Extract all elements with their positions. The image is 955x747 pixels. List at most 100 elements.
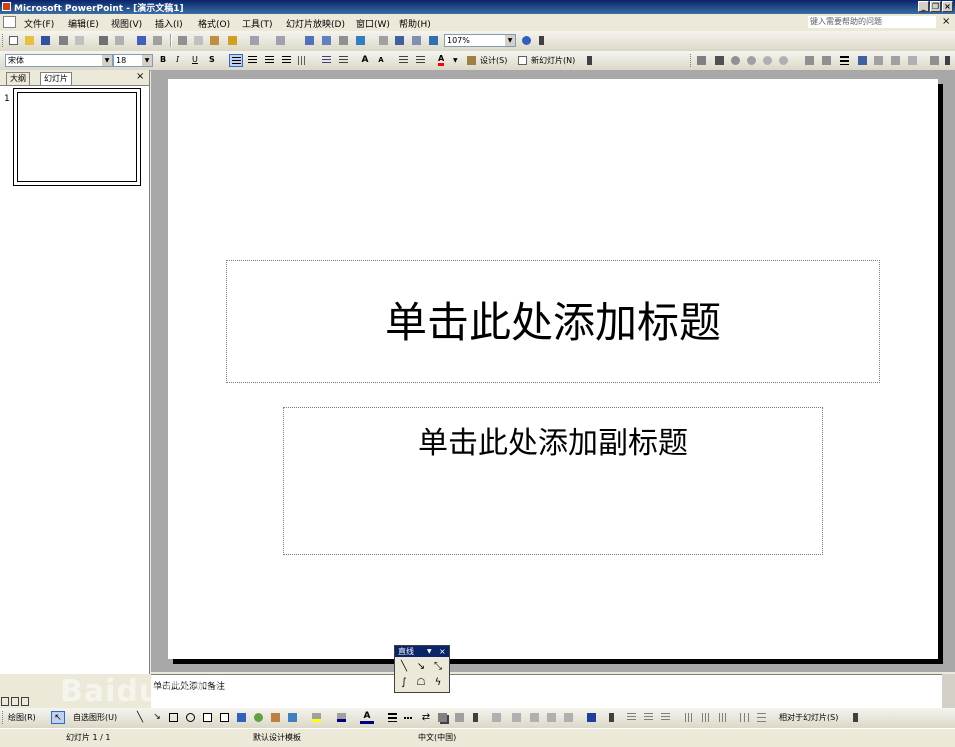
- clipart-icon[interactable]: [269, 711, 283, 724]
- set-transparent-icon[interactable]: [906, 54, 920, 67]
- document-icon[interactable]: [3, 16, 16, 28]
- ungroup-icon[interactable]: [510, 711, 524, 724]
- diagram-icon[interactable]: [252, 711, 266, 724]
- line-style-icon[interactable]: [386, 711, 400, 724]
- freeform-icon[interactable]: ☖: [414, 676, 428, 690]
- draw-menu-button[interactable]: 绘图(R): [8, 712, 36, 723]
- align-left-icon[interactable]: [229, 54, 243, 67]
- autoshapes-button[interactable]: 自选图形(U): [73, 712, 117, 723]
- chevron-down-icon[interactable]: ▼: [505, 35, 515, 46]
- font-size-combo[interactable]: 18 ▼: [113, 54, 153, 67]
- print-preview-icon[interactable]: [113, 34, 127, 47]
- toolbar-options-icon[interactable]: [538, 34, 546, 47]
- align-bottom-icon[interactable]: [717, 711, 731, 724]
- insert-hyperlink-icon[interactable]: [354, 34, 368, 47]
- slide-sorter-icon[interactable]: [11, 697, 19, 706]
- subtitle-placeholder[interactable]: 单击此处添加副标题: [283, 407, 823, 555]
- minimize-button[interactable]: _: [918, 1, 929, 12]
- align-top-icon[interactable]: [683, 711, 697, 724]
- numbering-icon[interactable]: [320, 54, 334, 67]
- copy-icon[interactable]: [192, 34, 206, 47]
- toolbar-options-icon[interactable]: [852, 711, 860, 724]
- design-icon[interactable]: [465, 54, 479, 67]
- align-middle-icon[interactable]: [700, 711, 714, 724]
- recolor-icon[interactable]: [872, 54, 886, 67]
- menu-insert[interactable]: 插入(I): [155, 17, 183, 30]
- close-panel-icon[interactable]: ×: [136, 71, 144, 82]
- picture-icon[interactable]: [695, 54, 709, 67]
- menu-tools[interactable]: 工具(T): [242, 17, 273, 30]
- underline-button[interactable]: U: [192, 55, 198, 64]
- zoom-tool-icon[interactable]: [562, 711, 576, 724]
- help-icon[interactable]: [520, 34, 534, 47]
- powerpoint-app-icon[interactable]: [2, 2, 11, 11]
- notes-scrollbar[interactable]: [942, 674, 955, 708]
- cut-icon[interactable]: [176, 34, 190, 47]
- select-objects-icon[interactable]: ↖: [51, 711, 65, 724]
- dash-style-icon[interactable]: [402, 711, 416, 724]
- insert-chart-icon[interactable]: [303, 34, 317, 47]
- menu-edit[interactable]: 编辑(E): [68, 17, 99, 30]
- print-icon[interactable]: [97, 34, 111, 47]
- align-center-icon[interactable]: [246, 54, 260, 67]
- line-color-icon[interactable]: [335, 711, 349, 724]
- align-left-objects-icon[interactable]: [625, 711, 639, 724]
- new-slide-icon[interactable]: [516, 54, 530, 67]
- menu-format[interactable]: 格式(O): [198, 17, 230, 30]
- brightness-up-icon[interactable]: [761, 54, 775, 67]
- font-combo[interactable]: 宋体 ▼: [5, 54, 113, 67]
- textbox-icon[interactable]: [201, 711, 215, 724]
- zoom-combo[interactable]: 107% ▼: [444, 34, 516, 47]
- vertical-textbox-icon[interactable]: [218, 711, 232, 724]
- chevron-down-icon[interactable]: ▼: [142, 55, 152, 66]
- contrast-down-icon[interactable]: [745, 54, 759, 67]
- chevron-down-icon[interactable]: ▼: [427, 646, 432, 657]
- show-formatting-icon[interactable]: [393, 34, 407, 47]
- close-document-icon[interactable]: ×: [942, 16, 950, 27]
- arrow-style-icon[interactable]: ⇄: [419, 711, 433, 724]
- restore-button[interactable]: ❐: [930, 1, 941, 12]
- 3d-style-icon[interactable]: [453, 711, 467, 724]
- rotate-icon[interactable]: [820, 54, 834, 67]
- toolbar-options-icon[interactable]: [472, 711, 480, 724]
- relative-to-slide-button[interactable]: 相对于幻灯片(S): [779, 712, 838, 723]
- chevron-down-icon[interactable]: ▼: [102, 55, 112, 66]
- normal-view-icon[interactable]: [1, 697, 9, 706]
- email-icon[interactable]: [73, 34, 87, 47]
- compress-pictures-icon[interactable]: [856, 54, 870, 67]
- distribute-vertical-icon[interactable]: [755, 711, 769, 724]
- title-placeholder[interactable]: 单击此处添加标题: [226, 260, 880, 383]
- close-button[interactable]: ×: [942, 1, 953, 12]
- reset-picture-icon[interactable]: [928, 54, 942, 67]
- spelling-icon[interactable]: [135, 34, 149, 47]
- fill-color-icon[interactable]: [310, 711, 324, 724]
- align-center-objects-icon[interactable]: [642, 711, 656, 724]
- toolbar-options-icon[interactable]: [608, 711, 616, 724]
- insert-picture-icon[interactable]: [286, 711, 300, 724]
- toolbar-grip[interactable]: [2, 34, 6, 47]
- format-picture-icon[interactable]: [889, 54, 903, 67]
- increase-indent-icon[interactable]: [414, 54, 428, 67]
- columns-icon[interactable]: [296, 54, 310, 67]
- paste-icon[interactable]: [208, 34, 222, 47]
- line-style-icon[interactable]: [838, 54, 852, 67]
- toolbar-grip[interactable]: [690, 54, 694, 67]
- open-icon[interactable]: [23, 34, 37, 47]
- toolbar-options-icon[interactable]: [944, 54, 952, 67]
- permission-icon[interactable]: [57, 34, 71, 47]
- decrease-font-icon[interactable]: A: [374, 54, 388, 67]
- theme-color-icon[interactable]: [585, 711, 599, 724]
- line-floating-toolbar[interactable]: 直线 ▼ × ╲ ↘ ⤡ ∫ ☖ ϟ: [394, 645, 450, 693]
- italic-button[interactable]: I: [176, 55, 179, 64]
- research-icon[interactable]: [151, 34, 165, 47]
- send-backward-icon[interactable]: [545, 711, 559, 724]
- decrease-indent-icon[interactable]: [397, 54, 411, 67]
- tab-outline[interactable]: 大纲: [6, 72, 30, 85]
- design-button[interactable]: 设计(S): [480, 55, 507, 66]
- font-color-button[interactable]: A: [438, 55, 445, 66]
- toolbar-grip[interactable]: [2, 711, 6, 724]
- menu-view[interactable]: 视图(V): [111, 17, 142, 30]
- align-right-objects-icon[interactable]: [659, 711, 673, 724]
- double-arrow-icon[interactable]: ⤡: [431, 660, 445, 674]
- notes-pane[interactable]: 单击此处添加备注: [151, 674, 942, 709]
